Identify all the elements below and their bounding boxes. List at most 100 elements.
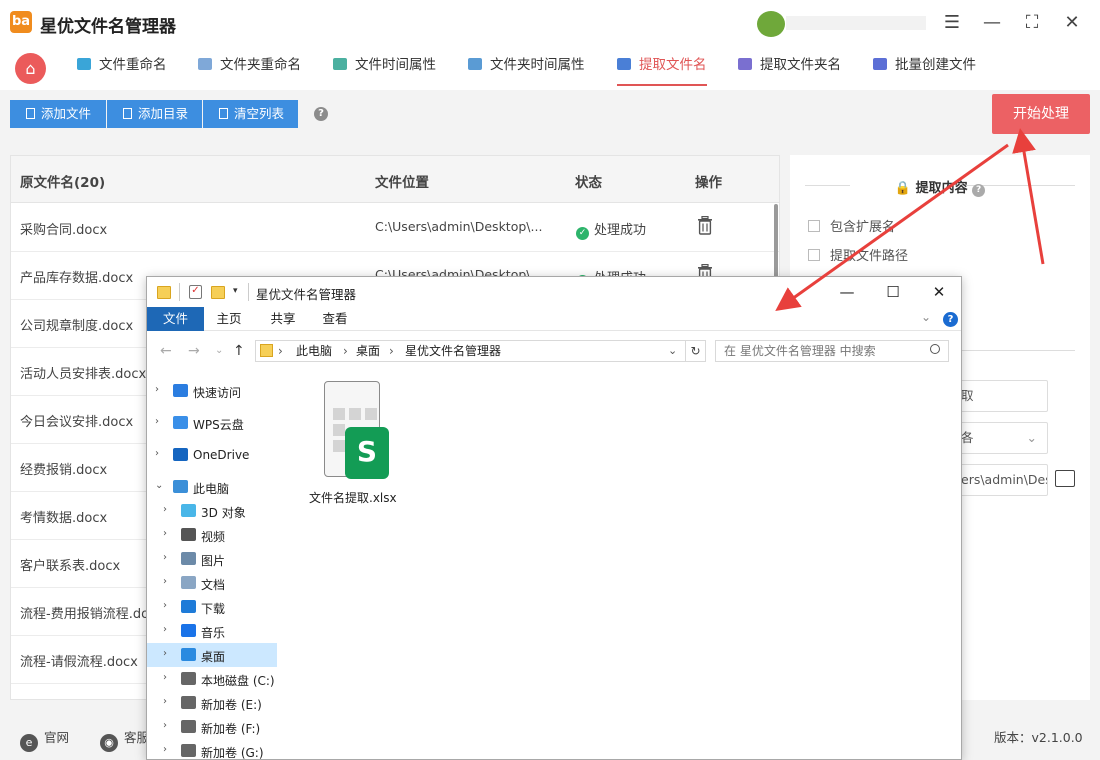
tab-6[interactable]: 批量创建文件 xyxy=(873,46,976,86)
xlsx-file[interactable]: S 文件名提取.xlsx xyxy=(309,379,399,509)
tab-2[interactable]: 文件时间属性 xyxy=(333,46,436,86)
clear-list-button[interactable]: 清空列表 xyxy=(203,100,298,128)
chevron-icon[interactable]: › xyxy=(155,384,159,395)
chevron-icon[interactable]: › xyxy=(163,672,167,683)
help-icon[interactable]: ? xyxy=(314,107,328,121)
include-extension-checkbox[interactable]: 包含扩展名 xyxy=(808,216,895,235)
minimize-icon[interactable]: — xyxy=(978,10,1006,36)
explorer-close-icon[interactable]: ✕ xyxy=(925,281,953,303)
nav-item-3[interactable]: ⌄ 此电脑 xyxy=(147,475,277,499)
nav-item-label: 图片 xyxy=(201,554,226,568)
chevron-icon[interactable]: › xyxy=(163,624,167,635)
search-icon xyxy=(930,344,940,354)
help-icon[interactable]: ? xyxy=(972,184,986,197)
ribbon-tab-home[interactable]: 主页 xyxy=(207,307,251,331)
chevron-icon[interactable]: › xyxy=(163,600,167,611)
chevron-icon[interactable]: › xyxy=(163,696,167,707)
nav-item-0[interactable]: › 快速访问 xyxy=(147,379,277,403)
nav-item-5[interactable]: › 视频 xyxy=(147,523,277,547)
version-label: 版本：v2.1.0.0 xyxy=(994,730,1083,745)
nav-item-label: 此电脑 xyxy=(193,482,230,496)
nav-item-4[interactable]: › 3D 对象 xyxy=(147,499,277,523)
nav-item-label: 3D 对象 xyxy=(201,506,246,520)
add-dir-button[interactable]: 添加目录 xyxy=(107,100,202,128)
refresh-icon[interactable]: ↻ xyxy=(686,340,706,362)
tab-3[interactable]: 文件夹时间属性 xyxy=(468,46,585,86)
crumb-folder[interactable]: 星优文件名管理器 xyxy=(405,341,501,361)
explorer-minimize-icon[interactable]: — xyxy=(833,281,861,303)
nav-item-14[interactable]: › 新加卷 (G:) xyxy=(147,739,277,759)
chevron-icon[interactable]: ⌄ xyxy=(155,480,163,491)
tab-5[interactable]: 提取文件夹名 xyxy=(738,46,841,86)
recent-locations-icon[interactable]: ⌄ xyxy=(215,345,223,356)
chevron-icon[interactable]: › xyxy=(163,504,167,515)
delete-icon[interactable] xyxy=(697,215,713,235)
divider xyxy=(248,283,249,301)
tab-1[interactable]: 文件夹重命名 xyxy=(198,46,301,86)
search-input[interactable]: 在 星优文件名管理器 中搜索 xyxy=(715,340,949,362)
nav-item-9[interactable]: › 音乐 xyxy=(147,619,277,643)
chevron-icon[interactable]: › xyxy=(155,448,159,459)
ribbon-expand-icon[interactable]: ⌄ xyxy=(921,310,931,324)
back-icon[interactable]: ← xyxy=(160,343,172,359)
chevron-down-icon: ⌄ xyxy=(1026,430,1037,445)
home-icon[interactable]: ⌂ xyxy=(15,53,46,84)
explorer-help-icon[interactable]: ? xyxy=(943,312,958,327)
file-name-cell: 考情数据.docx xyxy=(20,511,108,526)
chevron-icon[interactable]: › xyxy=(163,576,167,587)
output-path-field[interactable]: ers\admin\Des xyxy=(950,464,1048,496)
tab-0[interactable]: 文件重命名 xyxy=(77,46,167,86)
ribbon-tab-share[interactable]: 共享 xyxy=(261,307,305,331)
chevron-icon[interactable]: › xyxy=(163,744,167,755)
properties-icon[interactable]: ✓ xyxy=(189,285,202,299)
up-icon[interactable]: ↑ xyxy=(233,343,245,359)
quick-access-dropdown-icon[interactable]: ▾ xyxy=(233,286,238,296)
checkbox-box[interactable] xyxy=(808,249,820,261)
website-link[interactable]: e 官网 xyxy=(20,727,69,752)
nav-item-6[interactable]: › 图片 xyxy=(147,547,277,571)
nav-item-2[interactable]: › OneDrive xyxy=(147,443,277,467)
new-folder-icon[interactable] xyxy=(211,286,225,299)
chevron-icon[interactable]: › xyxy=(163,720,167,731)
file-name-cell: 经费报销.docx xyxy=(20,463,108,478)
checkbox-box[interactable] xyxy=(808,220,820,232)
extract-mode-field[interactable]: 取 xyxy=(950,380,1048,412)
chevron-icon[interactable]: › xyxy=(155,416,159,427)
divider xyxy=(960,350,1075,351)
chevron-icon[interactable]: › xyxy=(163,528,167,539)
nav-item-13[interactable]: › 新加卷 (F:) xyxy=(147,715,277,739)
crumb-desktop[interactable]: 桌面 xyxy=(356,341,380,361)
file-name-cell: 公司规章制度.docx xyxy=(20,319,134,334)
service-link[interactable]: ◉ 客服 xyxy=(100,727,149,752)
table-row[interactable]: 采购合同.docx C:\Users\admin\Desktop\... ✓ 处理成功 xyxy=(11,204,779,252)
folder-open-icon[interactable] xyxy=(1055,470,1075,487)
address-bar[interactable]: › 此电脑 › 桌面 › 星优文件名管理器 ⌄ xyxy=(255,340,686,362)
nav-item-icon xyxy=(181,576,196,589)
nav-item-10[interactable]: › 桌面 xyxy=(147,643,277,667)
settings-icon[interactable]: ☰ xyxy=(938,10,966,36)
user-avatar[interactable] xyxy=(757,11,785,37)
crumb-this-pc[interactable]: 此电脑 xyxy=(296,341,332,361)
extract-path-checkbox[interactable]: 提取文件路径 xyxy=(808,245,908,264)
ribbon-tab-file[interactable]: 文件 xyxy=(147,307,204,331)
chevron-icon[interactable]: › xyxy=(163,552,167,563)
nav-item-12[interactable]: › 新加卷 (E:) xyxy=(147,691,277,715)
chevron-icon[interactable]: › xyxy=(163,648,167,659)
close-icon[interactable]: ✕ xyxy=(1058,10,1086,36)
user-name-placeholder[interactable] xyxy=(786,16,926,30)
nav-item-1[interactable]: › WPS云盘 xyxy=(147,411,277,435)
nav-item-icon xyxy=(181,720,196,733)
start-button[interactable]: 开始处理 xyxy=(992,94,1090,134)
ribbon-tab-view[interactable]: 查看 xyxy=(313,307,357,331)
explorer-maximize-icon[interactable]: ☐ xyxy=(879,281,907,303)
address-dropdown-icon[interactable]: ⌄ xyxy=(668,341,677,361)
tab-4[interactable]: 提取文件名 xyxy=(617,46,707,86)
nav-item-8[interactable]: › 下载 xyxy=(147,595,277,619)
nav-item-11[interactable]: › 本地磁盘 (C:) xyxy=(147,667,277,691)
output-format-select[interactable]: 各 ⌄ xyxy=(950,422,1048,454)
add-file-button[interactable]: 添加文件 xyxy=(10,100,106,128)
nav-item-7[interactable]: › 文档 xyxy=(147,571,277,595)
nav-item-icon xyxy=(173,384,188,397)
maximize-icon[interactable]: ⛶ xyxy=(1018,10,1046,36)
forward-icon[interactable]: → xyxy=(188,343,200,359)
